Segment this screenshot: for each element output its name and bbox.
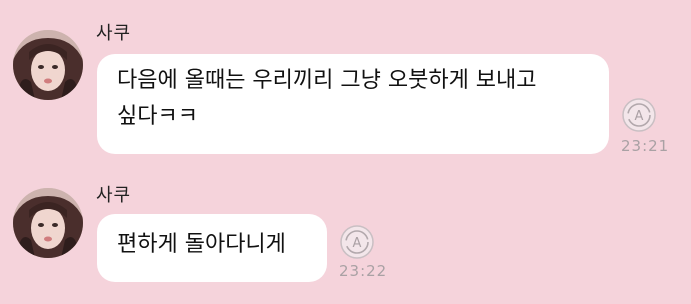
translate-icon[interactable]: A xyxy=(622,98,656,132)
svg-text:A: A xyxy=(635,109,644,124)
avatar[interactable] xyxy=(13,30,83,100)
message-time: 23:22 xyxy=(339,262,388,280)
avatar[interactable] xyxy=(13,188,83,258)
chat-message: 사쿠 다음에 올때는 우리끼리 그냥 오붓하게 보내고 싶다ㅋㅋ A 23:21 xyxy=(0,0,691,170)
message-line: 편하게 돌아다니게 xyxy=(117,232,286,257)
sender-name: 사쿠 xyxy=(96,185,132,206)
sender-name: 사쿠 xyxy=(96,23,132,44)
message-bubble[interactable]: 다음에 올때는 우리끼리 그냥 오붓하게 보내고 싶다ㅋㅋ xyxy=(97,54,609,154)
message-line: 다음에 올때는 우리끼리 그냥 오붓하게 보내고 xyxy=(117,68,537,93)
chat-message: 사쿠 편하게 돌아다니게 A 23:22 xyxy=(0,170,691,304)
translate-icon[interactable]: A xyxy=(340,225,374,259)
message-time: 23:21 xyxy=(621,137,670,155)
message-line: 싶다ㅋㅋ xyxy=(117,104,198,129)
svg-text:A: A xyxy=(353,236,362,251)
message-bubble[interactable]: 편하게 돌아다니게 xyxy=(97,214,327,282)
